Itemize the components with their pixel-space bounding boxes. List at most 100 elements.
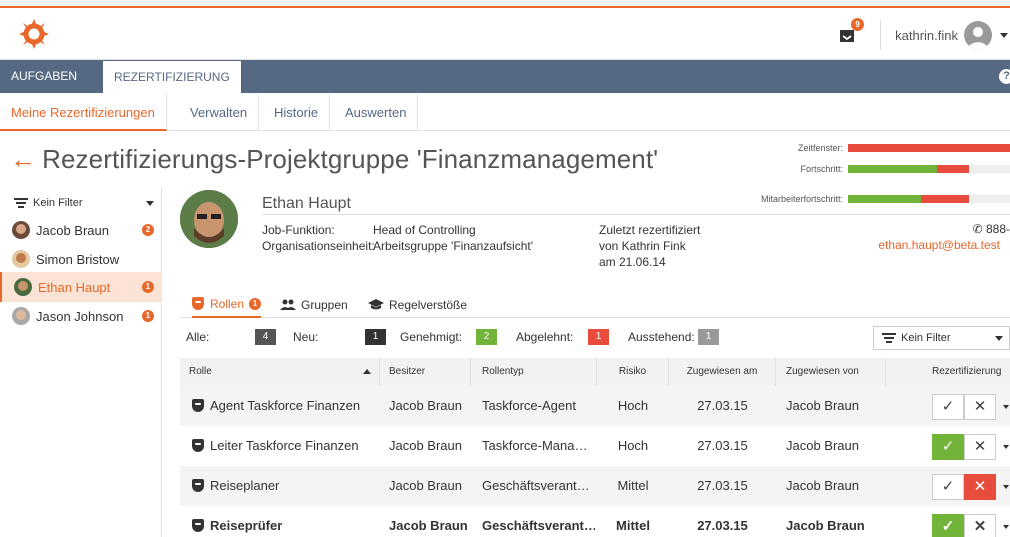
pending-badge: 1 xyxy=(142,310,154,322)
sidebar-item-label: Simon Bristow xyxy=(36,251,120,267)
recert-line-1: Zuletzt rezertifiziert xyxy=(599,223,701,237)
job-value: Head of Controlling xyxy=(373,223,476,237)
sidebar-item-ethan-haupt[interactable]: Ethan Haupt 1 xyxy=(0,272,162,302)
cell-zugewiesen-von-text: Jacob Braun xyxy=(786,398,859,413)
reject-x-icon[interactable]: ✕ xyxy=(964,394,996,420)
count-badge-abgelehnt[interactable]: 1 xyxy=(588,329,609,345)
cell-rollentyp-text: Geschäftsverant… xyxy=(482,518,595,533)
count-label-genehmigt: Genehmigt: xyxy=(400,330,463,344)
approve-check-icon[interactable]: ✓ xyxy=(932,394,964,420)
user-silhouette-icon xyxy=(968,27,988,49)
subtab-auswerten[interactable]: Auswerten xyxy=(334,94,419,131)
column-header-besitzer[interactable]: Besitzer xyxy=(380,358,471,386)
help-icon[interactable]: ? xyxy=(999,69,1010,84)
pending-badge: 2 xyxy=(142,224,154,236)
user-avatar[interactable] xyxy=(964,21,992,49)
cell-rollentyp-text: Taskforce-Agent xyxy=(482,398,576,413)
cell-risiko: Mittel xyxy=(597,506,669,537)
count-badge-ausstehend[interactable]: 1 xyxy=(698,329,719,345)
table-row[interactable]: Reiseplaner Jacob Braun Geschäftsverant… Mi… xyxy=(180,466,1010,506)
recert-line-3: am 21.06.14 xyxy=(599,255,666,269)
table-filter-label: Kein Filter xyxy=(901,332,951,344)
cell-risiko: Mittel xyxy=(597,466,669,506)
approve-check-icon[interactable]: ✓ xyxy=(932,474,964,500)
row-menu-chevron-icon[interactable] xyxy=(1003,445,1009,449)
pending-badge: 1 xyxy=(142,281,154,293)
cell-zugewiesen-von: Jacob Braun xyxy=(786,466,886,506)
cell-rolle-text: Reiseprüfer xyxy=(210,518,283,533)
cell-zugewiesen-von-text: Jacob Braun xyxy=(786,478,859,493)
count-badge-neu[interactable]: 1 xyxy=(365,329,386,345)
table-row[interactable]: Reiseprüfer Jacob Braun Geschäftsverant… Mi… xyxy=(180,506,1010,537)
row-menu-chevron-icon[interactable] xyxy=(1003,485,1009,489)
tab-gruppen-label: Gruppen xyxy=(301,297,348,312)
reject-x-icon[interactable]: ✕ xyxy=(964,474,996,500)
user-menu-chevron-icon[interactable] xyxy=(1000,32,1008,38)
column-header-zugewiesen-von[interactable]: Zugewiesen von xyxy=(776,358,886,386)
filter-icon xyxy=(882,333,896,343)
tab-rezertifizierung[interactable]: REZERTIFIZIERUNG xyxy=(103,60,241,93)
tab-regelverstoesse[interactable]: Regelverstöße xyxy=(368,291,467,318)
cell-zugewiesen-am: 27.03.15 xyxy=(669,426,776,466)
table-row[interactable]: Leiter Taskforce Finanzen Jacob Braun Task… xyxy=(180,426,1010,466)
approve-check-icon[interactable]: ✓ xyxy=(932,434,964,460)
avatar xyxy=(12,221,30,239)
column-header-rezertifizierung[interactable]: Rezertifizierung xyxy=(886,358,1010,386)
notification-badge: 9 xyxy=(851,18,865,31)
count-label-abgelehnt: Abgelehnt: xyxy=(516,330,574,344)
cell-rolle: Leiter Taskforce Finanzen xyxy=(192,426,380,466)
tab-gruppen[interactable]: Gruppen xyxy=(280,291,348,318)
subtab-historie[interactable]: Historie xyxy=(263,94,331,131)
notification-button[interactable]: 9 xyxy=(838,18,865,45)
fortschritt-green-segment xyxy=(848,165,938,173)
cell-besitzer: Jacob Braun xyxy=(389,426,471,466)
subtab-meine-rezertifizierungen[interactable]: Meine Rezertifizierungen xyxy=(0,94,167,131)
logo-icon[interactable] xyxy=(18,18,50,50)
back-arrow-icon[interactable]: ← xyxy=(10,144,36,174)
tab-rollen[interactable]: Rollen 1 xyxy=(192,291,262,318)
column-header-rolle[interactable]: Rolle xyxy=(180,358,380,386)
approve-check-icon[interactable]: ✓ xyxy=(932,514,964,537)
cell-zugewiesen-von: Jacob Braun xyxy=(786,426,886,466)
zeitfenster-red-segment xyxy=(848,144,1010,152)
table-row[interactable]: Agent Taskforce Finanzen Jacob Braun Taskf… xyxy=(180,386,1010,426)
row-menu-chevron-icon[interactable] xyxy=(1003,405,1009,409)
subtab-verwalten[interactable]: Verwalten xyxy=(179,94,260,131)
count-badge-genehmigt[interactable]: 2 xyxy=(476,329,497,345)
row-menu-chevron-icon[interactable] xyxy=(1003,525,1009,529)
column-header-risiko[interactable]: Risiko xyxy=(597,358,669,386)
sort-asc-icon xyxy=(363,369,371,374)
count-badge-alle[interactable]: 4 xyxy=(255,329,276,345)
sidebar-item-simon-bristow[interactable]: Simon Bristow xyxy=(0,244,162,274)
fortschritt-label: Fortschritt: xyxy=(800,164,843,174)
profile-divider xyxy=(262,214,1010,215)
shield-icon xyxy=(192,439,204,452)
cell-zugewiesen-von: Jacob Braun xyxy=(786,506,886,537)
header-right: 9 kathrin.fink xyxy=(838,10,1010,60)
cell-zugewiesen-am-text: 27.03.15 xyxy=(697,478,748,493)
profile-name: Ethan Haupt xyxy=(262,195,351,212)
column-header-zugewiesen-am[interactable]: Zugewiesen am xyxy=(669,358,776,386)
shield-icon xyxy=(192,399,204,412)
table-filter-dropdown[interactable]: Kein Filter xyxy=(873,326,1010,350)
cell-rollentyp: Taskforce-Agent xyxy=(482,386,595,426)
sidebar-item-jason-johnson[interactable]: Jason Johnson 1 xyxy=(0,301,162,331)
chevron-down-icon xyxy=(146,201,154,206)
cell-zugewiesen-am: 27.03.15 xyxy=(669,466,776,506)
sidebar-item-jacob-braun[interactable]: Jacob Braun 2 xyxy=(0,215,162,245)
profile-phone: ✆ 888- xyxy=(973,222,1010,236)
sidebar-filter-dropdown[interactable]: Kein Filter xyxy=(14,193,154,213)
count-label-ausstehend: Ausstehend: xyxy=(628,330,695,344)
username[interactable]: kathrin.fink xyxy=(895,28,958,43)
filter-icon xyxy=(14,198,28,208)
column-header-rollentyp[interactable]: Rollentyp xyxy=(471,358,597,386)
org-value: Arbeitsgruppe 'Finanzaufsicht' xyxy=(373,239,534,253)
tab-aufgaben[interactable]: AUFGABEN xyxy=(0,60,88,93)
fortschritt-bar xyxy=(848,165,1010,173)
profile-email[interactable]: ethan.haupt@beta.test xyxy=(878,238,1000,252)
reject-x-icon[interactable]: ✕ xyxy=(964,514,996,537)
mitarbeiter-label: Mitarbeiterfortschritt: xyxy=(760,194,843,204)
reject-x-icon[interactable]: ✕ xyxy=(964,434,996,460)
cell-zugewiesen-am-text: 27.03.15 xyxy=(697,398,748,413)
tab-rollen-label: Rollen xyxy=(210,296,245,311)
